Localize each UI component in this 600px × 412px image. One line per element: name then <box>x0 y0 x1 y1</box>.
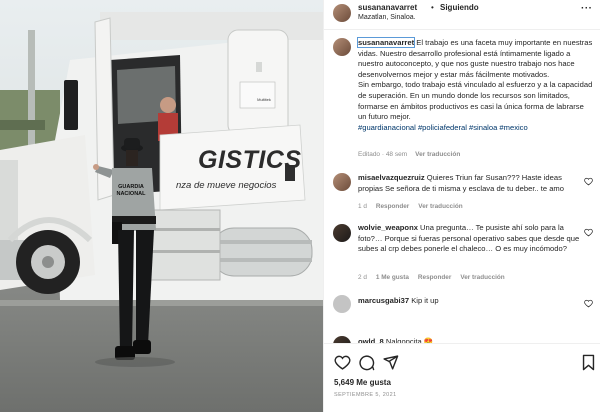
comment-time: 2 d <box>358 274 367 281</box>
author-avatar[interactable] <box>333 4 351 22</box>
caption-body-2: Sin embargo, todo trabajo está vinculado… <box>358 80 593 122</box>
sticker-text: Multitek <box>257 97 271 102</box>
comment-meta: 2 d 1 Me gusta Responder Ver traducción <box>358 274 514 281</box>
post-date: SEPTIEMBRE 5, 2021 <box>334 392 397 398</box>
comment-avatar[interactable] <box>333 224 351 242</box>
post-side-panel: susananavarret • Siguiendo Mazatlan, Sin… <box>323 0 600 412</box>
comment-username[interactable]: wolvie_weaponx <box>358 223 418 232</box>
post-actions-bar: 5,649 Me gusta SEPTIEMBRE 5, 2021 <box>324 343 600 412</box>
post-viewer: GISTICS nza de mueve negocios GUARDIA NA… <box>0 0 600 412</box>
comment-translate-link[interactable]: Ver traducción <box>460 274 504 281</box>
caption-meta: Editado · 48 sem Ver traducción <box>358 151 460 158</box>
comment-reply-button[interactable]: Responder <box>376 203 409 210</box>
caption-translate-link[interactable]: Ver traducción <box>415 151 460 158</box>
following-button[interactable]: Siguiendo <box>440 3 479 12</box>
header-separator: • <box>431 3 434 12</box>
comment-avatar[interactable] <box>333 295 351 313</box>
comment-icon[interactable] <box>358 354 375 371</box>
heart-icon[interactable] <box>334 354 351 371</box>
comment-like-icon[interactable] <box>584 177 593 186</box>
comment-reply-button[interactable]: Responder <box>418 274 451 281</box>
comment-avatar[interactable] <box>333 173 351 191</box>
caption-avatar[interactable] <box>333 38 351 56</box>
vest-text: GUARDIA NACIONAL <box>116 184 146 197</box>
post-photo[interactable]: GISTICS nza de mueve negocios GUARDIA NA… <box>0 0 323 412</box>
comment-username[interactable]: marcusgabi37 <box>358 296 409 305</box>
caption-username[interactable]: susananavarret <box>356 37 416 48</box>
comment-text: marcusgabi37 Kip it up <box>358 296 580 307</box>
likes-count[interactable]: 5,649 Me gusta <box>334 378 391 387</box>
more-options-icon[interactable]: ··· <box>581 4 593 14</box>
comment-likes[interactable]: 1 Me gusta <box>376 274 409 281</box>
comment-translate-link[interactable]: Ver traducción <box>418 203 462 210</box>
comment-time: 1 d <box>358 203 367 210</box>
bookmark-icon[interactable] <box>580 354 597 371</box>
truck-slogan-text: nza de mueve negocios <box>176 180 277 191</box>
caption-text: susananavarret El trabajo es una faceta … <box>356 37 594 133</box>
comment-text: wolvie_weaponx Una pregunta… Te pusiste … <box>358 223 580 255</box>
comment-text: misaelvazquezruiz Quieres Triun far Susa… <box>358 173 580 194</box>
caption-edited: Editado · 48 sem <box>358 151 408 158</box>
post-location[interactable]: Mazatlan, Sinaloa. <box>358 14 416 21</box>
share-icon[interactable] <box>382 354 399 371</box>
truck-logo-text: GISTICS <box>198 146 302 174</box>
post-header: susananavarret • Siguiendo Mazatlan, Sin… <box>324 0 600 30</box>
comment-username[interactable]: misaelvazquezruiz <box>358 173 425 182</box>
caption-hashtags[interactable]: #guardianacional #policiafederal #sinalo… <box>358 123 528 132</box>
comment-meta: 1 d Responder Ver traducción <box>358 203 472 210</box>
comment-like-icon[interactable] <box>584 299 593 308</box>
photo-illustration <box>0 0 323 412</box>
comment-like-icon[interactable] <box>584 228 593 237</box>
comment-body: Kip it up <box>409 296 439 305</box>
author-username[interactable]: susananavarret <box>358 3 417 12</box>
